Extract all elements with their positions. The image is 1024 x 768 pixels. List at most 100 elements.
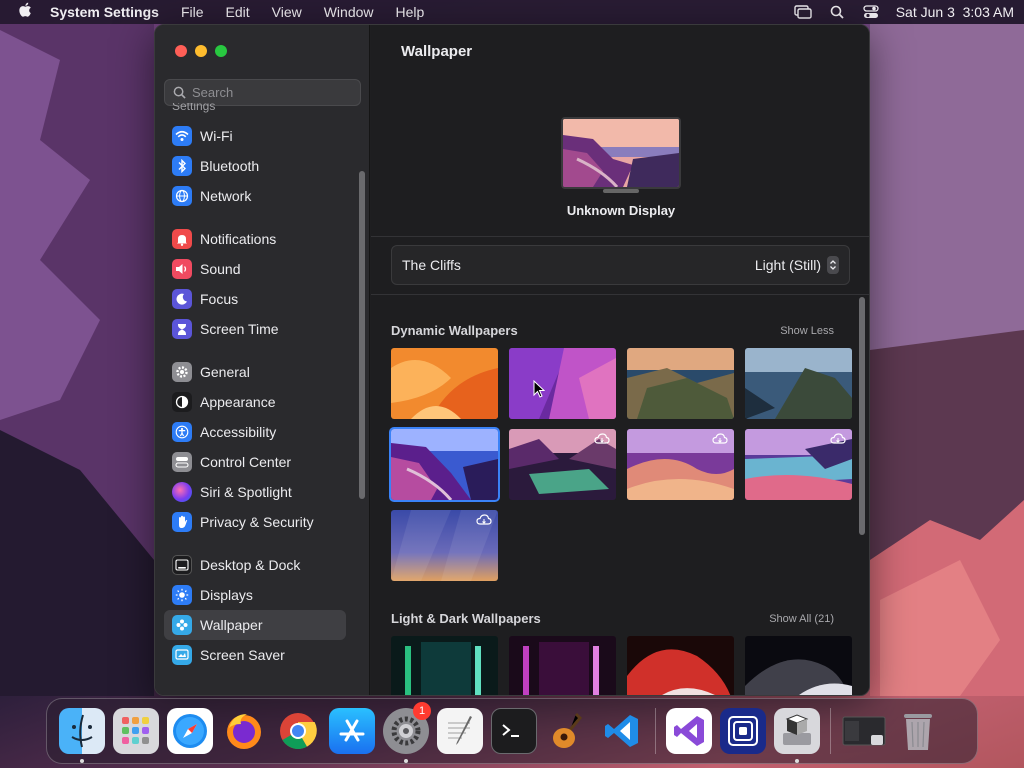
textedit-icon [448, 716, 472, 745]
trash-icon [904, 714, 932, 750]
dock-chrome[interactable] [275, 708, 321, 754]
appearance-icon [172, 392, 192, 412]
wallpaper-thumb-ventura[interactable] [391, 348, 498, 419]
sidebar-item-label: Control Center [200, 454, 292, 470]
wallpaper-style-select[interactable]: Light (Still) [755, 256, 839, 274]
sidebar-item-label: Desktop & Dock [200, 557, 301, 573]
wallpaper-pane: Wallpaper Unknown Display The Cliffs Lig… [371, 25, 869, 695]
sidebar-item-accessibility[interactable]: Accessibility [164, 417, 346, 447]
sidebar-item-displays[interactable]: Displays [164, 580, 346, 610]
search-input[interactable] [192, 85, 352, 100]
dock-firefox[interactable] [221, 708, 267, 754]
menu-view[interactable]: View [261, 4, 313, 20]
sidebar-item-label: Appearance [200, 394, 276, 410]
sidebar-item-label: Siri & Spotlight [200, 484, 292, 500]
dock-textedit[interactable] [437, 708, 483, 754]
sidebar-item-general[interactable]: General [164, 357, 346, 387]
dock-app-store[interactable] [329, 708, 375, 754]
show-less-button[interactable]: Show Less [780, 325, 834, 337]
wallpaper-thumb-monterey-red[interactable] [627, 636, 734, 695]
sidebar-item-wifi[interactable]: Wi-Fi [164, 121, 346, 151]
dock-minimized-window[interactable] [841, 708, 887, 754]
dock-safari[interactable] [167, 708, 213, 754]
search-field[interactable] [164, 79, 361, 106]
dock-boot-camp[interactable] [774, 708, 820, 763]
sidebar-item-wallpaper[interactable]: Wallpaper [164, 610, 346, 640]
menubar-clock[interactable]: Sat Jun 3 3:03 AM [896, 4, 1014, 20]
wallpaper-thumb-beach[interactable] [745, 429, 852, 500]
dock-finder[interactable] [59, 708, 105, 763]
sidebar-item-screen-time[interactable]: Screen Time [164, 314, 346, 344]
gear-icon [172, 362, 192, 382]
sidebar-item-focus[interactable]: Focus [164, 284, 346, 314]
current-wallpaper-row: The Cliffs Light (Still) [391, 245, 850, 285]
sun-icon [172, 585, 192, 605]
menu-edit[interactable]: Edit [215, 4, 261, 20]
dock-garageband[interactable] [545, 708, 591, 754]
cloud-download-icon [594, 433, 610, 444]
dock-launchpad[interactable] [113, 708, 159, 754]
sidebar-item-label: Focus [200, 291, 239, 307]
boot-camp-icon [783, 714, 811, 745]
wallpaper-thumb-macbook-green[interactable] [391, 636, 498, 695]
wifi-icon [172, 126, 192, 146]
display-preview-image[interactable] [561, 117, 681, 189]
menu-window[interactable]: Window [313, 4, 385, 20]
zoom-button[interactable] [215, 45, 227, 57]
sidebar-item-screen-saver[interactable]: Screen Saver [164, 640, 346, 670]
dock-vscode[interactable] [599, 708, 645, 754]
sidebar-item-privacy-security[interactable]: Privacy & Security [164, 507, 346, 537]
section-title: Dynamic Wallpapers [391, 323, 518, 338]
sidebar-scrollbar[interactable] [359, 171, 365, 499]
section-title: Light & Dark Wallpapers [391, 611, 541, 626]
control-center-icon [172, 452, 192, 472]
control-center-icon[interactable] [862, 5, 880, 19]
guitar-icon [553, 712, 583, 748]
wallpaper-thumb-catalina-island[interactable] [745, 348, 852, 419]
dock-trash[interactable] [895, 708, 941, 754]
sidebar-item-siri-spotlight[interactable]: Siri & Spotlight [164, 477, 346, 507]
wallpaper-thumb-macbook-purple[interactable] [509, 636, 616, 695]
sidebar-item-appearance[interactable]: Appearance [164, 387, 346, 417]
dock-simulator[interactable] [720, 708, 766, 754]
dock-visual-studio[interactable] [666, 708, 712, 754]
running-indicator [404, 759, 408, 763]
light-dark-wallpapers-header: Light & Dark Wallpapers Show All (21) [391, 611, 834, 626]
sidebar-item-network[interactable]: Network [164, 181, 346, 211]
cloud-download-icon [712, 433, 728, 444]
simulator-icon [728, 716, 758, 746]
menu-help[interactable]: Help [385, 4, 436, 20]
dock-system-settings[interactable]: 1 [383, 702, 431, 763]
close-button[interactable] [175, 45, 187, 57]
content-scrollbar[interactable] [859, 297, 865, 535]
screen-mirroring-icon[interactable] [794, 5, 812, 19]
wallpaper-thumb-dunes[interactable] [627, 429, 734, 500]
app-store-icon [339, 719, 365, 742]
terminal-icon [502, 724, 519, 737]
dock-icon [172, 555, 192, 575]
menu-file[interactable]: File [170, 4, 215, 20]
apple-menu-icon[interactable] [10, 2, 40, 23]
current-wallpaper-name: The Cliffs [402, 257, 461, 273]
wallpaper-thumb-purple[interactable] [509, 348, 616, 419]
sidebar-item-notifications[interactable]: Notifications [164, 224, 346, 254]
wallpaper-thumb-monterey-dark[interactable] [745, 636, 852, 695]
bluetooth-icon [172, 156, 192, 176]
show-all-button[interactable]: Show All (21) [769, 613, 834, 625]
light-dark-wallpapers-grid [391, 636, 852, 695]
sidebar-item-desktop-dock[interactable]: Desktop & Dock [164, 550, 346, 580]
wallpaper-thumb-gradient[interactable] [391, 510, 498, 581]
menu-app-name[interactable]: System Settings [40, 4, 170, 20]
spotlight-search-icon[interactable] [828, 5, 846, 19]
sidebar-item-bluetooth[interactable]: Bluetooth [164, 151, 346, 181]
wallpaper-thumb-lake[interactable] [509, 429, 616, 500]
finder-icon [71, 714, 93, 748]
safari-icon [173, 714, 207, 748]
dock-terminal[interactable] [491, 708, 537, 754]
minimize-button[interactable] [195, 45, 207, 57]
divider [371, 236, 869, 237]
sidebar-item-sound[interactable]: Sound [164, 254, 346, 284]
sidebar-item-control-center[interactable]: Control Center [164, 447, 346, 477]
wallpaper-thumb-the-cliffs[interactable] [389, 427, 500, 502]
wallpaper-thumb-catalina-coast[interactable] [627, 348, 734, 419]
